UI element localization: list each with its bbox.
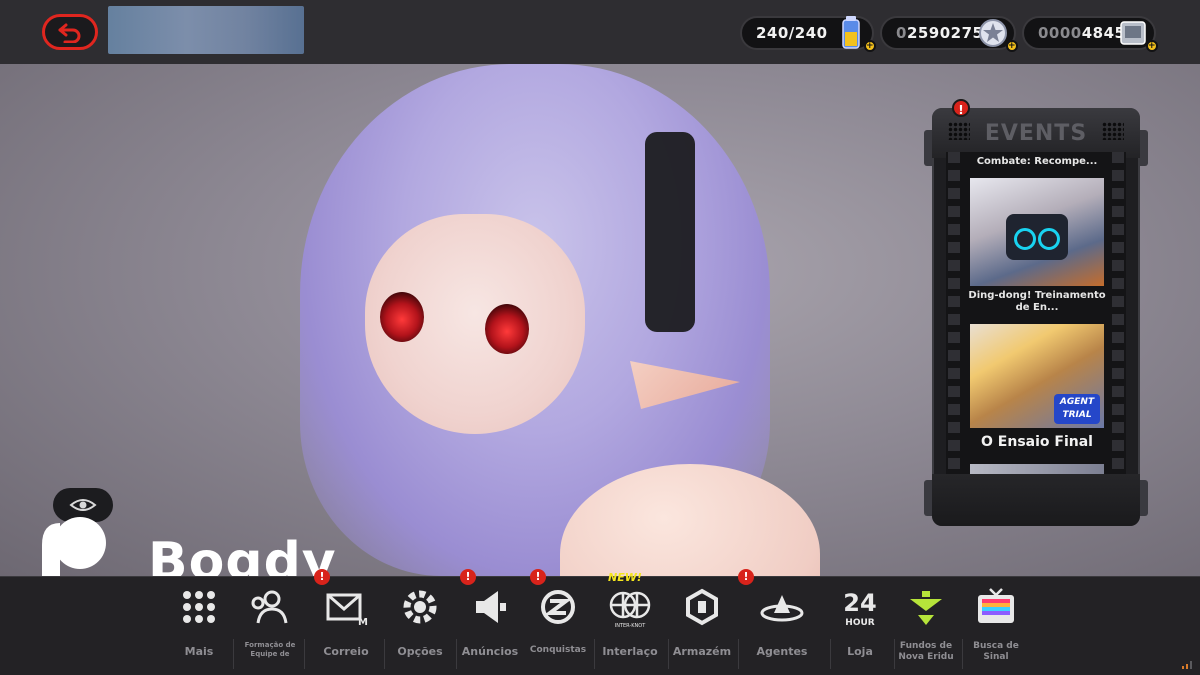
nav-inter-knot[interactable]: NEW! INTER-KNOT Interlaço	[596, 571, 664, 675]
top-bar: 240/240 + 0 2590275 + 0000 4845 +	[0, 0, 1200, 64]
nav-shop[interactable]: 24 HOUR Loja	[826, 577, 894, 675]
nav-agents[interactable]: ! Agentes	[738, 569, 818, 675]
character-eye-right	[485, 304, 529, 354]
network-signal-icon	[1182, 661, 1192, 669]
back-arrow-icon	[58, 23, 81, 43]
nav-separator	[304, 639, 305, 669]
eye-swap-icon	[69, 499, 97, 511]
currency-film[interactable]: 0000 4845 +	[1022, 16, 1158, 52]
nav-storage-label: Armazém	[672, 645, 732, 658]
mail-icon: M	[326, 593, 368, 628]
add-dennies-button[interactable]: +	[1006, 40, 1018, 52]
inter-knot-sublabel: INTER-KNOT	[615, 623, 646, 629]
grid-more-icon	[183, 591, 215, 623]
denny-coin-icon	[979, 19, 1007, 47]
nav-achievements-label: Conquistas	[529, 645, 587, 655]
nav-inter-knot-label: Interlaço	[602, 645, 658, 658]
event-caption-combat: Combate: Recompe...	[976, 156, 1098, 167]
event-caption-final-rehearsal: O Ensaio Final	[981, 434, 1093, 450]
nav-achievements[interactable]: ! Conquistas	[524, 569, 592, 675]
signal-search-tv-icon	[978, 588, 1014, 623]
profile-banner-thumbnail[interactable]	[108, 6, 304, 54]
character-eye-left	[380, 292, 424, 342]
currency-dennies[interactable]: 0 2590275 +	[880, 16, 1018, 52]
mail-alert-badge: !	[314, 569, 330, 585]
new-tag: NEW!	[608, 571, 642, 584]
achievements-icon	[541, 590, 575, 624]
add-battery-button[interactable]: +	[864, 40, 876, 52]
nav-separator	[384, 639, 385, 669]
film-sprockets-right	[1112, 152, 1124, 504]
back-button[interactable]	[42, 14, 98, 50]
nav-more-label: Mais	[184, 645, 214, 658]
shop-icon-hour: HOUR	[845, 618, 874, 628]
agents-icon	[760, 595, 804, 622]
nav-separator	[233, 639, 234, 669]
announcements-alert-badge: !	[460, 569, 476, 585]
film-master-tape-icon	[1120, 21, 1146, 45]
achievements-alert-badge: !	[530, 569, 546, 585]
nav-announcements[interactable]: ! Anúncios	[456, 569, 524, 675]
shop-icon-24: 24	[843, 589, 876, 617]
film-sprockets-left	[948, 152, 960, 504]
eridu-fund-icon	[910, 591, 942, 625]
nav-mail[interactable]: ! M Correio	[312, 569, 380, 675]
nav-team-formation[interactable]: Formação de Equipe de	[236, 577, 304, 675]
nav-options[interactable]: Opções	[386, 577, 454, 675]
battery-energy-icon	[842, 16, 860, 49]
agents-alert-badge: !	[738, 569, 754, 585]
nav-mail-label: Correio	[323, 645, 369, 658]
inter-knot-icon: INTER-KNOT	[609, 591, 651, 629]
agent-trial-line1: AGENT	[1059, 397, 1095, 407]
events-film-strip[interactable]: Combate: Recompe... Ding-dong! Treinamen…	[946, 152, 1126, 504]
nav-signal-search[interactable]: Busca de Sinal	[962, 577, 1030, 675]
nav-shop-label: Loja	[847, 645, 873, 658]
add-film-button[interactable]: +	[1146, 40, 1158, 52]
events-panel: EVENTS ! Combate: Recompe... Ding-dong! …	[924, 99, 1148, 526]
events-footer	[932, 474, 1140, 526]
nav-signal-search-label: Busca de Sinal	[973, 641, 1019, 662]
nav-more[interactable]: Mais	[165, 577, 233, 675]
nav-announcements-label: Anúncios	[461, 645, 519, 658]
svg-text:M: M	[358, 617, 368, 628]
24-hour-shop-icon: 24 HOUR	[843, 589, 876, 628]
bottom-navigation: Mais Formação de Equipe de ! M Correio O…	[0, 569, 1200, 675]
film-leading-zeros: 0000	[1038, 24, 1082, 42]
agent-trial-badge: AGENT TRIAL	[1054, 394, 1100, 424]
gear-icon	[403, 590, 437, 624]
hair-ribbon	[645, 132, 695, 332]
megaphone-icon	[476, 591, 506, 623]
nav-eridu-fund[interactable]: Fundos de Nova Eridu	[892, 577, 960, 675]
speaker-grille-right	[1102, 122, 1124, 140]
events-title: EVENTS	[984, 120, 1088, 146]
nav-team-formation-label: Formação de Equipe de	[244, 641, 296, 658]
nav-separator	[738, 639, 739, 669]
nav-separator	[594, 639, 595, 669]
event-card-ding-dong[interactable]	[970, 178, 1104, 286]
speaker-grille-left	[948, 122, 970, 140]
events-alert-badge: !	[952, 99, 970, 117]
nav-eridu-fund-label: Fundos de Nova Eridu	[898, 641, 954, 662]
nav-options-label: Opções	[397, 645, 443, 658]
nav-agents-label: Agentes	[756, 645, 808, 658]
currency-battery-charge[interactable]: 240/240 +	[740, 16, 876, 52]
event-card-final-rehearsal[interactable]: AGENT TRIAL	[970, 324, 1104, 428]
dennies-leading-zeros: 0	[896, 24, 907, 42]
battery-charge-value: 240/240	[756, 24, 828, 42]
bangboo-robot-icon	[1006, 214, 1068, 260]
event-caption-ding-dong: Ding-dong! Treinamento de En...	[968, 290, 1106, 313]
storage-icon	[686, 588, 718, 626]
dennies-value: 2590275	[906, 24, 984, 42]
nav-storage[interactable]: Armazém	[668, 577, 736, 675]
agent-trial-line2: TRIAL	[1062, 410, 1092, 420]
team-formation-icon	[251, 590, 288, 624]
